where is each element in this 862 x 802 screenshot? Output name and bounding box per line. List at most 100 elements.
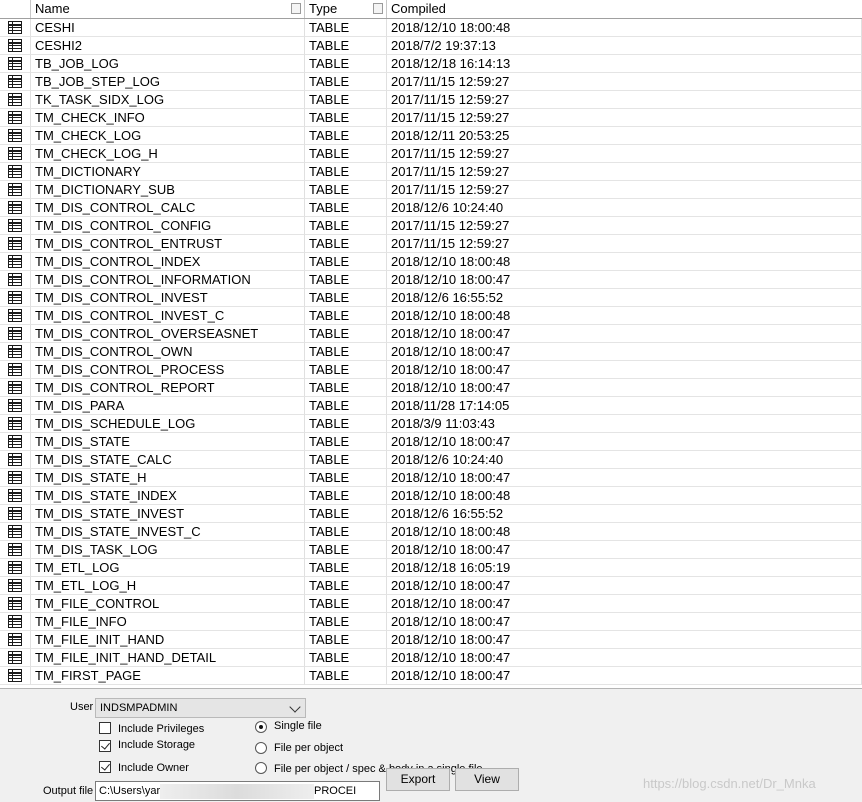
include-owner-checkbox[interactable] xyxy=(99,761,111,773)
object-compiled: 2017/11/15 12:59:27 xyxy=(387,109,862,127)
table-row[interactable]: TM_DIS_TASK_LOG TABLE 2018/12/10 18:00:47 xyxy=(0,541,862,559)
table-row[interactable]: TM_FILE_INIT_HAND TABLE 2018/12/10 18:00:4… xyxy=(0,631,862,649)
table-row[interactable]: TM_DIS_SCHEDULE_LOG TABLE 2018/3/9 11:03:4… xyxy=(0,415,862,433)
header-icon-column[interactable] xyxy=(0,0,31,18)
object-name[interactable]: TM_FILE_INIT_HAND_DETAIL xyxy=(31,649,305,667)
table-row[interactable]: TM_DIS_CONTROL_REPORT TABLE 2018/12/10 18:… xyxy=(0,379,862,397)
table-row[interactable]: TM_DIS_CONTROL_ENTRUST TABLE 2017/11/15 12… xyxy=(0,235,862,253)
table-row[interactable]: TK_TASK_SIDX_LOG TABLE 2017/11/15 12:59:27 xyxy=(0,91,862,109)
table-row[interactable]: TM_DIS_CONTROL_INFORMATION TABLE 2018/12/1… xyxy=(0,271,862,289)
object-type: TABLE xyxy=(305,325,387,343)
object-name[interactable]: TM_ETL_LOG xyxy=(31,559,305,577)
object-name[interactable]: CESHI2 xyxy=(31,37,305,55)
object-name[interactable]: TK_TASK_SIDX_LOG xyxy=(31,91,305,109)
table-row[interactable]: TM_DIS_CONTROL_INVEST_C TABLE 2018/12/10 1… xyxy=(0,307,862,325)
table-row[interactable]: TM_DIS_STATE_INDEX TABLE 2018/12/10 18:00:… xyxy=(0,487,862,505)
object-name[interactable]: TM_DIS_STATE xyxy=(31,433,305,451)
object-name[interactable]: TM_FIRST_PAGE xyxy=(31,667,305,685)
object-name[interactable]: TM_DIS_CONTROL_INFORMATION xyxy=(31,271,305,289)
table-row[interactable]: TM_FIRST_PAGE TABLE 2018/12/10 18:00:47 xyxy=(0,667,862,685)
table-row[interactable]: TM_FILE_INFO TABLE 2018/12/10 18:00:47 xyxy=(0,613,862,631)
object-name[interactable]: CESHI xyxy=(31,19,305,37)
object-compiled: 2018/12/18 16:05:19 xyxy=(387,559,862,577)
table-row[interactable]: TM_DIS_CONTROL_OVERSEASNET TABLE 2018/12/1… xyxy=(0,325,862,343)
table-row[interactable]: TB_JOB_LOG TABLE 2018/12/18 16:14:13 xyxy=(0,55,862,73)
object-name[interactable]: TM_DIS_CONTROL_INVEST_C xyxy=(31,307,305,325)
object-name[interactable]: TM_DIS_CONTROL_OVERSEASNET xyxy=(31,325,305,343)
object-name[interactable]: TM_DIS_CONTROL_CALC xyxy=(31,199,305,217)
header-name[interactable]: Name xyxy=(31,0,305,18)
object-name[interactable]: TM_DICTIONARY xyxy=(31,163,305,181)
table-row[interactable]: CESHI TABLE 2018/12/10 18:00:48 xyxy=(0,19,862,37)
object-name[interactable]: TB_JOB_LOG xyxy=(31,55,305,73)
object-name[interactable]: TM_DIS_CONTROL_ENTRUST xyxy=(31,235,305,253)
object-type: TABLE xyxy=(305,505,387,523)
object-name[interactable]: TM_DIS_SCHEDULE_LOG xyxy=(31,415,305,433)
table-row[interactable]: TM_DIS_CONTROL_PROCESS TABLE 2018/12/10 18… xyxy=(0,361,862,379)
header-compiled[interactable]: Compiled xyxy=(387,0,862,18)
table-row[interactable]: TB_JOB_STEP_LOG TABLE 2017/11/15 12:59:27 xyxy=(0,73,862,91)
table-row[interactable]: TM_DIS_CONTROL_CONFIG TABLE 2017/11/15 12:… xyxy=(0,217,862,235)
table-row[interactable]: TM_FILE_CONTROL TABLE 2018/12/10 18:00:47 xyxy=(0,595,862,613)
table-row[interactable]: TM_FILE_INIT_HAND_DETAIL TABLE 2018/12/10 … xyxy=(0,649,862,667)
object-compiled: 2018/12/10 18:00:47 xyxy=(387,595,862,613)
object-compiled: 2018/12/10 18:00:47 xyxy=(387,433,862,451)
table-row[interactable]: TM_CHECK_LOG_H TABLE 2017/11/15 12:59:27 xyxy=(0,145,862,163)
object-name[interactable]: TM_DIS_PARA xyxy=(31,397,305,415)
object-name[interactable]: TM_DIS_TASK_LOG xyxy=(31,541,305,559)
file-per-object-spec-radio[interactable] xyxy=(255,762,267,774)
table-row[interactable]: TM_DIS_CONTROL_OWN TABLE 2018/12/10 18:00:… xyxy=(0,343,862,361)
export-button[interactable]: Export xyxy=(386,768,450,791)
table-row[interactable]: TM_ETL_LOG_H TABLE 2018/12/10 18:00:47 xyxy=(0,577,862,595)
object-name[interactable]: TM_CHECK_LOG_H xyxy=(31,145,305,163)
name-filter-button[interactable] xyxy=(291,3,301,14)
table-row[interactable]: TM_DIS_STATE_INVEST_C TABLE 2018/12/10 18:… xyxy=(0,523,862,541)
include-storage-checkbox[interactable] xyxy=(99,740,111,752)
object-name[interactable]: TM_DIS_CONTROL_INVEST xyxy=(31,289,305,307)
object-name[interactable]: TM_DIS_CONTROL_PROCESS xyxy=(31,361,305,379)
table-icon xyxy=(8,507,22,520)
object-name[interactable]: TM_DIS_CONTROL_OWN xyxy=(31,343,305,361)
file-per-object-radio[interactable] xyxy=(255,742,267,754)
user-select[interactable]: INDSMPADMIN xyxy=(95,698,306,718)
object-name[interactable]: TM_DIS_STATE_INVEST xyxy=(31,505,305,523)
table-row[interactable]: TM_DIS_STATE TABLE 2018/12/10 18:00:47 xyxy=(0,433,862,451)
table-icon xyxy=(8,21,22,34)
object-name[interactable]: TM_DIS_CONTROL_CONFIG xyxy=(31,217,305,235)
object-name[interactable]: TM_CHECK_INFO xyxy=(31,109,305,127)
table-row[interactable]: TM_DIS_STATE_INVEST TABLE 2018/12/6 16:55:… xyxy=(0,505,862,523)
single-file-radio[interactable] xyxy=(255,721,267,733)
include-privileges-checkbox[interactable] xyxy=(99,722,111,734)
table-row[interactable]: TM_DICTIONARY TABLE 2017/11/15 12:59:27 xyxy=(0,163,862,181)
object-name[interactable]: TM_CHECK_LOG xyxy=(31,127,305,145)
object-name[interactable]: TM_DIS_STATE_INDEX xyxy=(31,487,305,505)
object-name[interactable]: TB_JOB_STEP_LOG xyxy=(31,73,305,91)
output-file-input[interactable]: C:\Users\yar PROCEI xyxy=(95,781,380,801)
object-name[interactable]: TM_FILE_INIT_HAND xyxy=(31,631,305,649)
table-row[interactable]: TM_CHECK_LOG TABLE 2018/12/11 20:53:25 xyxy=(0,127,862,145)
object-name[interactable]: TM_FILE_CONTROL xyxy=(31,595,305,613)
table-row[interactable]: CESHI2 TABLE 2018/7/2 19:37:13 xyxy=(0,37,862,55)
object-name[interactable]: TM_DICTIONARY_SUB xyxy=(31,181,305,199)
object-name[interactable]: TM_FILE_INFO xyxy=(31,613,305,631)
table-row[interactable]: TM_DICTIONARY_SUB TABLE 2017/11/15 12:59:2… xyxy=(0,181,862,199)
object-name[interactable]: TM_DIS_CONTROL_REPORT xyxy=(31,379,305,397)
table-row[interactable]: TM_DIS_CONTROL_INVEST TABLE 2018/12/6 16:5… xyxy=(0,289,862,307)
object-name[interactable]: TM_DIS_STATE_CALC xyxy=(31,451,305,469)
object-name[interactable]: TM_DIS_STATE_INVEST_C xyxy=(31,523,305,541)
table-row[interactable]: TM_CHECK_INFO TABLE 2017/11/15 12:59:27 xyxy=(0,109,862,127)
table-row[interactable]: TM_DIS_CONTROL_INDEX TABLE 2018/12/10 18:0… xyxy=(0,253,862,271)
view-button[interactable]: View xyxy=(455,768,519,791)
include-storage-label: Include Storage xyxy=(118,739,196,751)
object-name[interactable]: TM_ETL_LOG_H xyxy=(31,577,305,595)
table-row[interactable]: TM_ETL_LOG TABLE 2018/12/18 16:05:19 xyxy=(0,559,862,577)
object-name[interactable]: TM_DIS_STATE_H xyxy=(31,469,305,487)
table-row[interactable]: TM_DIS_PARA TABLE 2018/11/28 17:14:05 xyxy=(0,397,862,415)
object-name[interactable]: TM_DIS_CONTROL_INDEX xyxy=(31,253,305,271)
header-type[interactable]: Type xyxy=(305,0,387,18)
type-filter-button[interactable] xyxy=(373,3,383,14)
table-row[interactable]: TM_DIS_STATE_H TABLE 2018/12/10 18:00:47 xyxy=(0,469,862,487)
table-row[interactable]: TM_DIS_CONTROL_CALC TABLE 2018/12/6 10:24:… xyxy=(0,199,862,217)
table-row[interactable]: TM_DIS_STATE_CALC TABLE 2018/12/6 10:24:40 xyxy=(0,451,862,469)
table-icon xyxy=(8,93,22,106)
